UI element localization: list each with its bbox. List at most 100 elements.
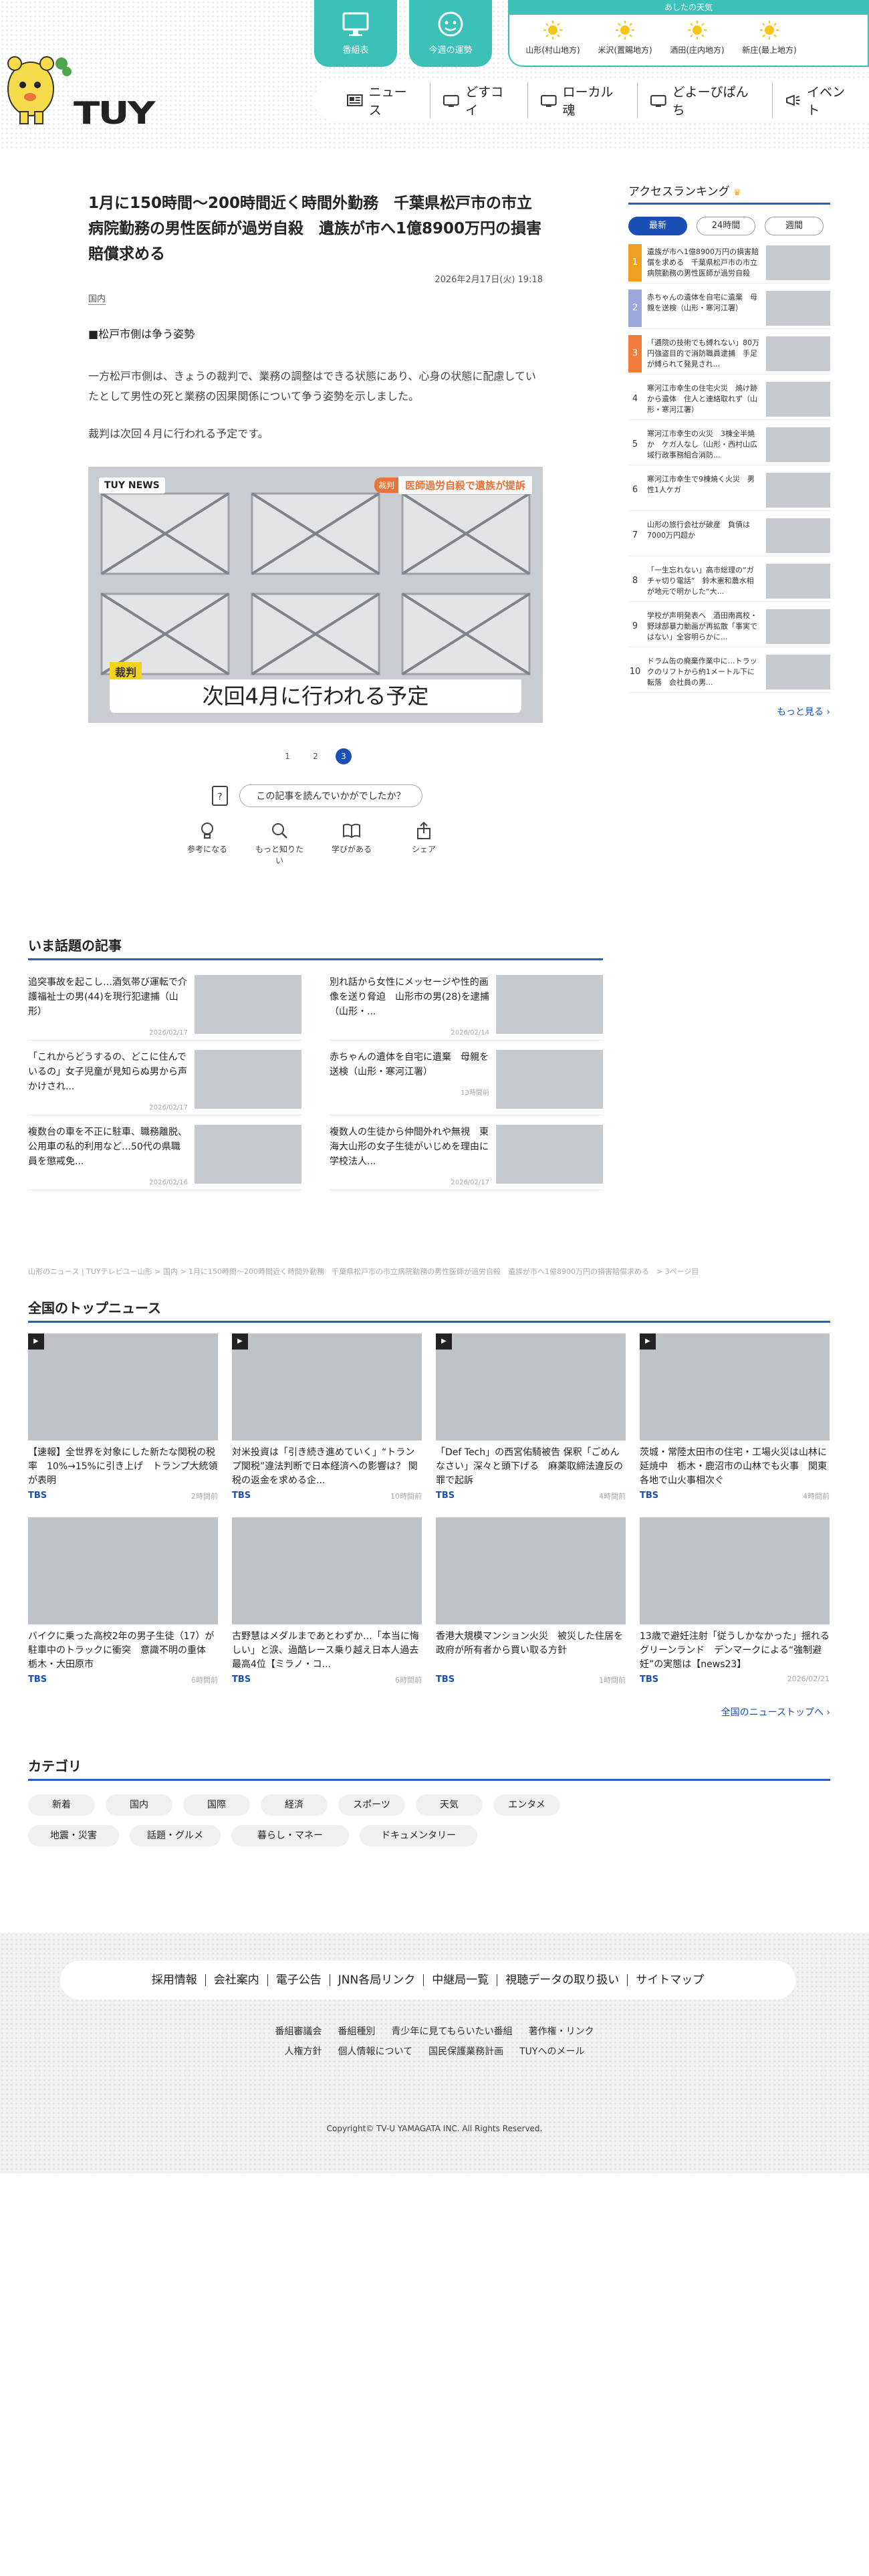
footer-sub-link[interactable]: 国民保護業務計画 [428,2046,503,2057]
ranking-item[interactable]: 10 ドラム缶の廃棄作業中に…トラックのリフトから約1メートル下に転落 会社員の男… [628,651,830,693]
news-card-footer: TBS 2026/02/21 [640,1675,830,1685]
category-chip[interactable]: 暮らし・マネー [231,1825,349,1846]
category-chip[interactable]: ドキュメンタリー [360,1825,477,1846]
footer-sub-link[interactable]: 著作権・リンク [529,2026,594,2037]
breadcrumb[interactable]: 山形のニュース | TUYテレビユー山形 > 国内 > 1月に150時間〜200… [28,1266,844,1277]
footer-link[interactable]: JNN各局リンク [330,1974,424,1986]
ranking-item[interactable]: 1 遺族が市へ1億8900万円の損害賠償を求める 千葉県松戸市の市立病院勤務の男性… [628,242,830,284]
news-card[interactable]: ▶ 対米投資は「引き続き進めていく」“トランプ関税”違法判断で日本経済への影響は？… [232,1333,422,1501]
weather-widget[interactable]: あしたの天気 山形(村山地方) 米沢(置賜地方) 酒田(庄内地方) 新庄(最上地… [508,0,869,67]
article-category-link[interactable]: 国内 [88,292,106,305]
news-card[interactable]: バイクに乗った高校2年の男子生徒（17）が駐車中のトラックに衝突 意識不明の重体… [28,1517,218,1685]
category-chip[interactable]: 国際 [183,1794,250,1816]
category-chip[interactable]: 地震・災害 [28,1825,119,1846]
footer-sub-link[interactable]: 番組種別 [338,2026,375,2037]
nav-label: イベント [807,85,846,118]
news-card[interactable]: 13歳で避妊注射「従うしかなかった」揺れるグリーンランド デンマークによる“強制… [640,1517,830,1685]
tab-weekly[interactable]: 週間 [765,217,824,235]
footer-links-row: 人権方針 個人情報について 国民保護業務計画 TUYへのメール [0,2042,869,2062]
trending-article[interactable]: 別れ話から女性にメッセージや性的画像を送り脅迫 山形市の男(28)を逮捕（山形・… [330,966,603,1041]
reaction-learn-button[interactable]: 学びがある [328,821,376,866]
news-card[interactable]: ▶ 「Def Tech」の西宮佑騎被告 保釈「ごめんなさい」深々と頭下げる 麻薬取… [436,1333,626,1501]
nav-item-event[interactable]: イベント [773,82,869,118]
trending-article[interactable]: 複数台の車を不正に駐車、職務離脱、公用車の私的利用など…50代の県職員を懲戒免.… [28,1115,301,1190]
program-guide-label: 番組表 [342,45,369,56]
category-chip[interactable]: 話題・グルメ [130,1825,221,1846]
trending-article-title: 複数台の車を不正に駐車、職務離脱、公用車の私的利用など…50代の県職員を懲戒免.… [28,1127,187,1167]
nav-item-local[interactable]: ローカル魂 [528,82,638,118]
program-guide-button[interactable]: 番組表 [314,0,397,67]
trending-article[interactable]: 「これからどうするの、どこに住んでいるの」女子児童が見知らぬ男から声かけされ..… [28,1041,301,1115]
footer-link[interactable]: 採用情報 [144,1974,206,1986]
trending-article[interactable]: 複数人の生徒から仲間外れや無視 東海大山形の女子生徒がいじめを理由に学校法人..… [330,1115,603,1190]
ranking-item[interactable]: 4 寒河江市幸生の住宅火災 焼け跡から遺体 住人と連絡取れず（山形・寒河江署） [628,379,830,420]
footer-sub-link[interactable]: 個人情報について [338,2046,413,2057]
reaction-label: シェア [411,845,436,854]
weather-area[interactable]: 山形(村山地方) [516,20,590,56]
site-logo[interactable]: TUY [74,95,156,131]
footer-main-links: 採用情報 会社案内 電子公告 JNN各局リンク 中継局一覧 視聴データの取り扱い サイトマッ… [60,1961,795,2000]
trending-article-text: 赤ちゃんの遺体を自宅に遺棄 母親を送検（山形・寒河江署） 13時間前 [330,1050,496,1115]
footer-sub-link[interactable]: 人権方針 [285,2046,322,2057]
nav-item-doyobi[interactable]: どよーびぱんち [638,82,773,118]
news-card[interactable]: 香港大規模マンション火災 被災した住居を政府が所有者から買い取る方針 TBS 1時間… [436,1517,626,1685]
ranking-item[interactable]: 9 学校が声明発表へ 酒田南高校・野球部暴力動画が再拡散「事実ではない」全容明らか… [628,606,830,647]
ranking-item[interactable]: 6 寒河江市幸生で9棟焼く火災 男性1人ケガ [628,469,830,511]
category-chip[interactable]: 天気 [416,1794,483,1816]
weather-area[interactable]: 新庄(最上地方) [733,20,806,56]
category-chip[interactable]: 新着 [28,1794,95,1816]
categories: カテゴリ 新着 国内 国際 経済 スポーツ 天気 エンタメ 地震・災害 話題・グルメ 暮らし・マネ… [28,1755,830,1846]
ranking-item[interactable]: 3 「通院の技術でも縛れない」80万円強盗目的で消防職員逮捕 手足が縛られて発見さ… [628,333,830,374]
reaction-label: 学びがある [331,845,372,854]
category-chip[interactable]: 経済 [261,1794,328,1816]
horoscope-button[interactable]: 今週の運勢 [409,0,492,67]
footer-sub-link[interactable]: TUYへのメール [519,2046,584,2057]
news-card-footer: TBS 1時間前 [436,1675,626,1685]
page-link[interactable]: 1 [279,748,295,764]
nav-item-dosukoi[interactable]: どすコイ [430,82,528,118]
reaction-helpful-button[interactable]: 参考になる [183,821,231,866]
newspaper-icon [346,94,363,106]
weather-area[interactable]: 米沢(置賜地方) [588,20,662,56]
news-card-title: 茨城・常陸太田市の住宅・工場火災は山林に延焼中 栃木・鹿沼市の山林でも火事 関東… [640,1447,827,1486]
news-card-title: 13歳で避妊注射「従うしかなかった」揺れるグリーンランド デンマークによる“強制… [640,1631,830,1670]
nav-item-news[interactable]: ニュース [334,82,431,118]
share-icon [417,821,430,839]
page-link[interactable]: 2 [307,748,324,764]
footer-link[interactable]: サイトマップ [628,1974,712,1986]
category-chip[interactable]: エンタメ [493,1794,560,1816]
page-link-current[interactable]: 3 [336,748,352,764]
news-card-footer: TBS 4時間前 [436,1491,626,1501]
trending-article-date: 2026/02/17 [149,1104,188,1111]
footer-sub-link[interactable]: 番組審議会 [275,2026,322,2037]
share-button[interactable]: シェア [400,821,448,866]
news-card[interactable]: ▶ 【速報】全世界を対象にした新たな関税の税率 10%→15%に引き上げ トランプ… [28,1333,218,1501]
mascot-logo-icon[interactable] [0,37,75,130]
weather-area[interactable]: 酒田(庄内地方) [660,20,734,56]
news-card[interactable]: 古野慧はメダルまであとわずか…「本当に悔しい」と涙、過酷レース乗り越え日本人過去… [232,1517,422,1685]
trending-article[interactable]: 赤ちゃんの遺体を自宅に遺棄 母親を送検（山形・寒河江署） 13時間前 [330,1041,603,1115]
category-chip[interactable]: スポーツ [338,1794,405,1816]
book-icon [343,823,360,839]
footer-link[interactable]: 電子公告 [268,1974,330,1986]
footer-link[interactable]: 会社案内 [206,1974,268,1986]
footer-link[interactable]: 中継局一覧 [424,1974,498,1986]
megaphone-icon [785,94,800,106]
tab-24h[interactable]: 24時間 [697,217,755,235]
ranking-thumbnail [766,609,830,644]
ranking-item[interactable]: 7 山形の旅行会社が破産 負債は7000万円超か [628,515,830,556]
trending-article-date: 2026/02/14 [451,1029,489,1037]
ranking-item[interactable]: 2 赤ちゃんの遺体を自宅に遺棄 母親を送検（山形・寒河江署） [628,288,830,329]
tab-latest[interactable]: 最新 [628,217,687,235]
news-card-title: バイクに乗った高校2年の男子生徒（17）が駐車中のトラックに衝突 意識不明の重体… [28,1631,215,1670]
ranking-item[interactable]: 5 寒河江市幸生の火災 3棟全半焼か ケガ人なし（山形・西村山広域行政事務組合消防… [628,424,830,465]
category-chip[interactable]: 国内 [106,1794,172,1816]
ranking-more-link[interactable]: もっと見る › [628,705,830,718]
footer-link[interactable]: 視聴データの取り扱い [497,1974,628,1986]
news-card[interactable]: ▶ 茨城・常陸太田市の住宅・工場火災は山林に延焼中 栃木・鹿沼市の山林でも火事 関… [640,1333,830,1501]
reaction-more-button[interactable]: もっと知りたい [255,821,303,866]
footer-sub-link[interactable]: 青少年に見てもらいたい番組 [391,2026,512,2037]
ranking-item[interactable]: 8 「一生忘れない」高市総理の“ガチャ切り電話” 鈴木憲和農水相が地元で明かした“… [628,560,830,602]
trending-article[interactable]: 追突事故を起こし…酒気帯び運転で介護福祉士の男(44)を現行犯逮捕（山形） 202… [28,966,301,1041]
top-news-more-link[interactable]: 全国のニューストップへ › [28,1705,830,1719]
